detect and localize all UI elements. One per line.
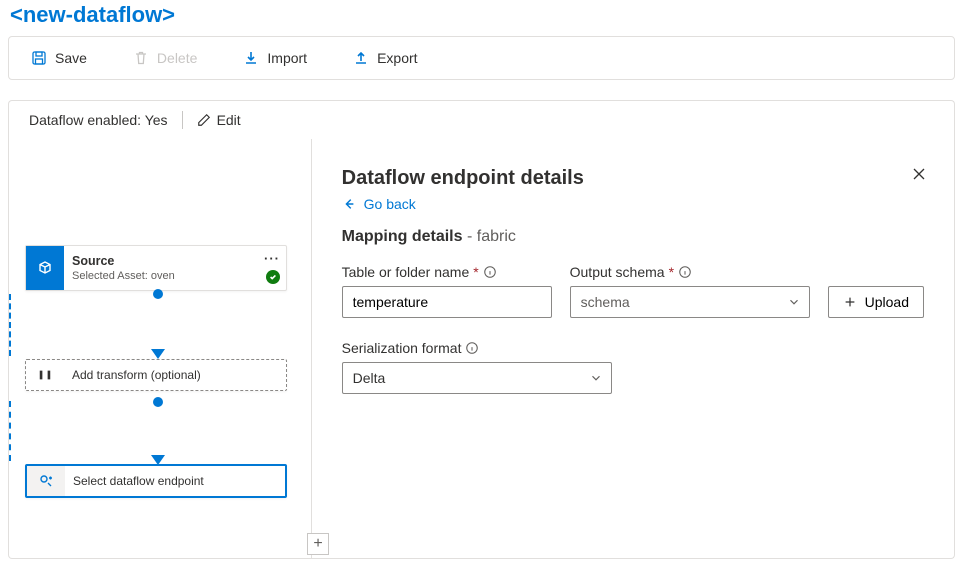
page-title: <new-dataflow> [8,0,955,36]
connector-dot [153,397,163,407]
info-icon[interactable] [465,341,479,355]
export-icon [353,50,369,66]
connector-line [9,401,11,461]
chevron-down-icon [787,295,801,312]
save-button[interactable]: Save [29,46,89,70]
upload-button[interactable]: Upload [828,286,924,318]
output-schema-select[interactable]: schema [570,286,810,318]
connector-line [9,294,11,356]
endpoint-icon [27,466,65,496]
upload-label: Upload [865,294,909,310]
destination-title: Select dataflow endpoint [73,474,204,488]
table-name-label: Table or folder name * [342,264,552,280]
check-icon [266,270,280,284]
destination-node[interactable]: Select dataflow endpoint [25,464,287,498]
info-icon[interactable] [678,265,692,279]
serialization-label: Serialization format [342,340,924,356]
import-label: Import [267,50,307,66]
close-button[interactable] [908,163,930,188]
info-icon[interactable] [483,265,497,279]
pencil-icon [197,113,211,127]
import-icon [243,50,259,66]
save-icon [31,50,47,66]
go-back-label: Go back [364,196,416,212]
edit-button[interactable]: Edit [197,112,241,128]
toolbar: Save Delete Import Export [8,36,955,80]
main-area: Source Selected Asset: oven ··· Add tran… [8,139,955,559]
dataflow-enabled-label: Dataflow enabled: Yes [29,112,168,128]
connector-dot [153,289,163,299]
go-back-button[interactable]: Go back [342,196,416,212]
edit-label: Edit [217,112,241,128]
export-button[interactable]: Export [351,46,419,70]
export-label: Export [377,50,417,66]
source-subtitle: Selected Asset: oven [72,270,278,282]
cube-icon [26,246,64,290]
delete-button: Delete [131,46,199,70]
serialization-select[interactable]: Delta [342,362,612,394]
transform-node[interactable]: Add transform (optional) [25,359,287,391]
save-label: Save [55,50,87,66]
transform-title: Add transform (optional) [72,368,201,382]
delete-label: Delete [157,50,197,66]
source-node[interactable]: Source Selected Asset: oven ··· [25,245,287,291]
transform-icon [26,360,64,390]
arrow-down-icon [151,349,165,359]
mapping-title: Mapping details [342,228,463,245]
mapping-subtitle: fabric [477,228,516,245]
close-icon [912,167,926,181]
plus-icon [843,295,857,309]
trash-icon [133,50,149,66]
serialization-value: Delta [353,370,386,386]
details-panel: Dataflow endpoint details Go back Mappin… [312,139,954,558]
panel-heading: Dataflow endpoint details [342,167,924,190]
source-title: Source [72,254,278,268]
arrow-left-icon [342,197,356,211]
output-schema-value: schema [581,294,630,310]
chevron-down-icon [589,371,603,388]
separator [182,111,183,129]
table-name-input[interactable] [342,286,552,318]
status-bar: Dataflow enabled: Yes Edit [8,100,955,139]
dataflow-canvas: Source Selected Asset: oven ··· Add tran… [9,139,312,558]
import-button[interactable]: Import [241,46,309,70]
more-icon[interactable]: ··· [264,252,280,265]
output-schema-label: Output schema * [570,264,810,280]
mapping-header: Mapping details - fabric [342,228,924,246]
